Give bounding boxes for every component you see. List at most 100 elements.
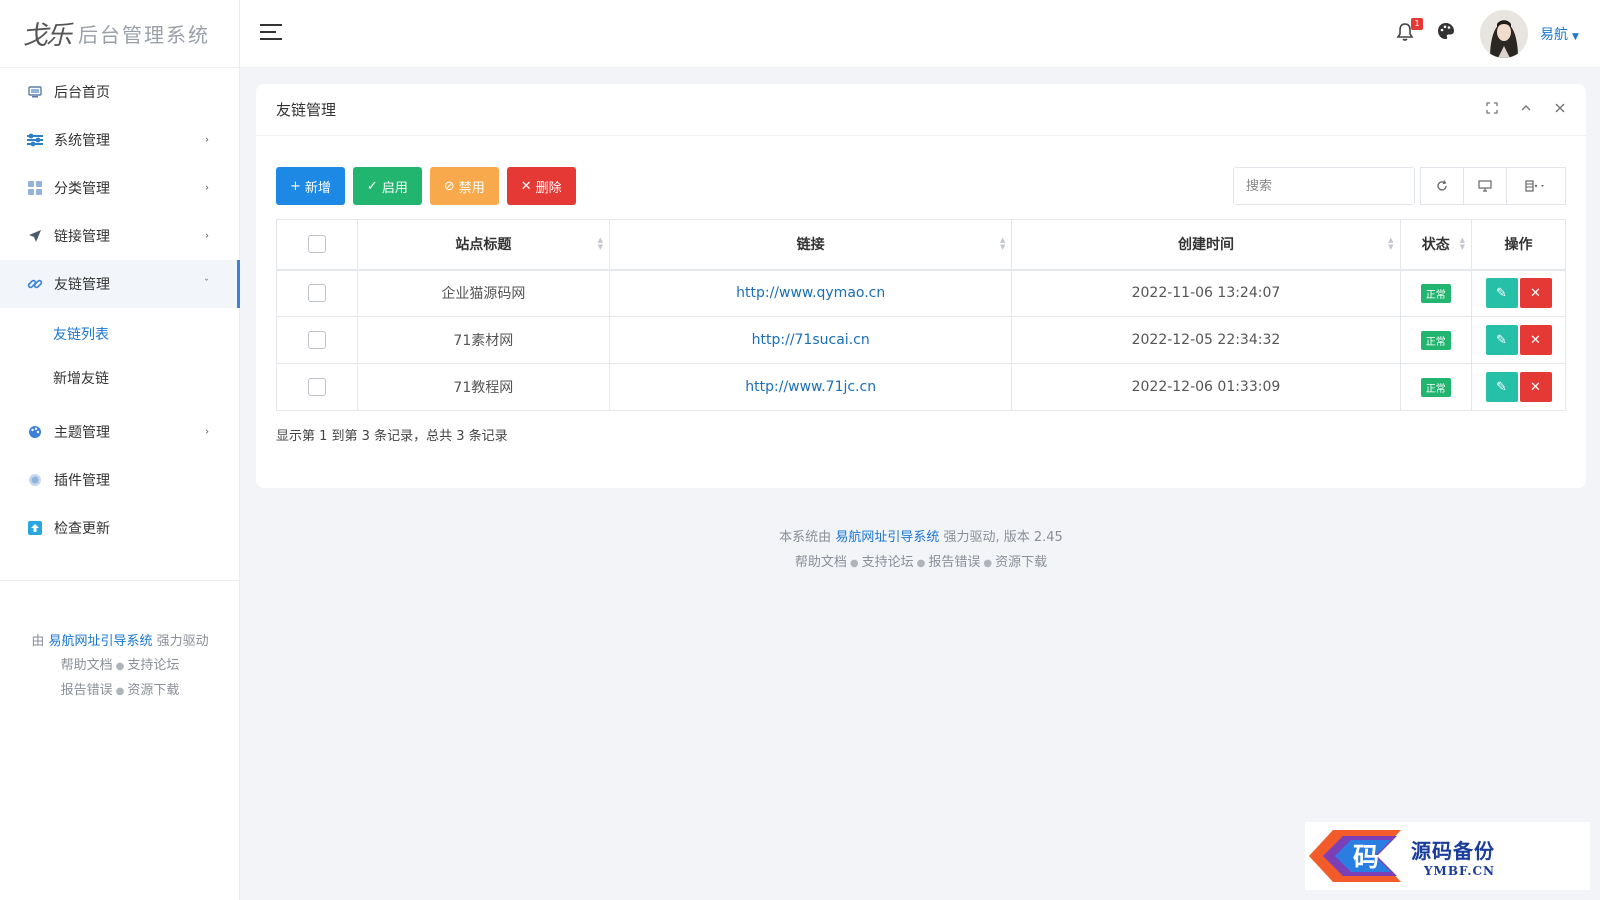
sidebar-item-label: 插件管理 — [54, 473, 110, 489]
submenu-item-link-list[interactable]: 友链列表 — [0, 312, 239, 356]
row-checkbox[interactable] — [307, 331, 326, 349]
plugin-icon — [26, 471, 44, 489]
sort-icon: ▲ ▼ — [1388, 236, 1394, 252]
sidebar-item-home[interactable]: 后台首页 — [0, 68, 239, 116]
row-delete-button[interactable]: ✕ — [1519, 278, 1552, 309]
bell-icon[interactable]: 1 — [1396, 18, 1423, 46]
row-delete-button[interactable]: ✕ — [1519, 325, 1552, 355]
select-all-checkbox[interactable] — [307, 235, 326, 254]
cell-created: 2022-12-06 01:33:09 — [1011, 363, 1401, 411]
enable-button[interactable]: ✓ 启用 — [352, 167, 422, 205]
site-link[interactable]: http://www.qymao.cn — [736, 285, 885, 301]
sidebar-item-plugins[interactable]: 插件管理 — [0, 456, 239, 504]
sidebar-item-label: 友链管理 — [54, 277, 110, 293]
cell-link: http://71sucai.cn — [608, 316, 1013, 364]
col-link[interactable]: 链接 ▲ ▼ — [608, 219, 1013, 271]
cell-created: 2022-12-05 22:34:32 — [1011, 316, 1401, 364]
sidebar-item-links[interactable]: 链接管理 › — [0, 212, 239, 260]
delete-button-label: 删除 — [535, 180, 562, 196]
resource-download-link[interactable]: 资源下载 — [127, 683, 179, 698]
footer-suffix: 强力驱动, 版本 2.45 — [943, 530, 1063, 545]
sidebar-footer-suffix: 强力驱动 — [156, 634, 209, 649]
sidebar-footer: 由 易航网址引导系统 强力驱动 帮助文档 ● 支持论坛 报告错误 ● 资源下载 — [0, 630, 240, 704]
palette-icon — [26, 423, 44, 441]
sort-icon: ▲ ▼ — [1000, 236, 1006, 252]
toggle-view-icon[interactable] — [1463, 167, 1507, 205]
pager-info: 显示第 1 到第 3 条记录，总共 3 条记录 — [276, 429, 508, 444]
sidebar-item-friendlinks[interactable]: 友链管理 ˇ — [0, 260, 240, 308]
report-error-link[interactable]: 报告错误 — [928, 555, 980, 570]
sidebar-item-theme[interactable]: 主题管理 › — [0, 408, 239, 456]
col-created[interactable]: 创建时间 ▲ ▼ — [1011, 219, 1401, 271]
footer-brand-link[interactable]: 易航网址引导系统 — [835, 530, 939, 545]
row-checkbox[interactable] — [307, 378, 326, 396]
menu-toggle-icon[interactable] — [260, 24, 282, 42]
user-menu[interactable]: 易航 ▼ — [1540, 24, 1579, 44]
sidebar-item-category[interactable]: 分类管理 › — [0, 164, 239, 212]
refresh-icon[interactable] — [1420, 167, 1464, 205]
username: 易航 — [1540, 27, 1568, 43]
ban-icon: ⊘ — [443, 178, 455, 194]
col-created-label: 创建时间 — [1177, 237, 1234, 254]
disable-button-label: 禁用 — [458, 180, 485, 196]
cell-actions: ✎ ✕ — [1471, 316, 1566, 364]
chevron-right-icon: › — [205, 134, 209, 146]
disable-button[interactable]: ⊘ 禁用 — [429, 167, 499, 205]
sidebar-footer-brand-link[interactable]: 易航网址引导系统 — [48, 634, 152, 649]
submenu-item-add-link[interactable]: 新增友链 — [0, 356, 239, 400]
footer-prefix: 本系统由 — [779, 530, 832, 545]
cell-actions: ✎ ✕ — [1471, 363, 1566, 411]
separator-dot: ● — [115, 686, 125, 697]
sidebar-item-system[interactable]: 系统管理 › — [0, 116, 239, 164]
search-input[interactable] — [1233, 167, 1415, 205]
edit-button[interactable]: ✎ — [1485, 325, 1518, 355]
report-error-link[interactable]: 报告错误 — [61, 683, 113, 698]
sidebar-item-label: 分类管理 — [54, 181, 110, 197]
site-link[interactable]: http://71sucai.cn — [752, 332, 870, 348]
pencil-icon: ✎ — [1496, 285, 1507, 301]
support-forum-link[interactable]: 支持论坛 — [862, 555, 914, 570]
collapse-icon[interactable] — [1518, 100, 1534, 116]
row-select-cell — [276, 363, 358, 411]
grid-icon — [26, 179, 44, 197]
columns-icon[interactable] — [1506, 167, 1566, 205]
x-icon: ✕ — [1530, 285, 1541, 301]
table-row: 71教程网 http://www.71jc.cn 2022-12-06 01:3… — [276, 363, 1566, 411]
row-delete-button[interactable]: ✕ — [1519, 372, 1552, 402]
x-icon: ✕ — [520, 178, 532, 194]
card-title: 友链管理 — [276, 101, 337, 119]
help-docs-link[interactable]: 帮助文档 — [61, 658, 113, 673]
avatar[interactable] — [1480, 10, 1528, 58]
col-link-label: 链接 — [796, 237, 825, 254]
row-checkbox[interactable] — [307, 284, 326, 303]
delete-button[interactable]: ✕ 删除 — [506, 167, 576, 205]
close-icon[interactable] — [1552, 100, 1568, 116]
col-title[interactable]: 站点标题 ▲ ▼ — [356, 219, 610, 271]
chevron-right-icon: › — [205, 230, 209, 242]
table-tools — [1420, 167, 1566, 205]
fullscreen-icon[interactable] — [1484, 100, 1500, 116]
sidebar-item-label: 检查更新 — [54, 521, 110, 537]
add-button[interactable]: + 新增 — [276, 167, 345, 205]
col-actions: 操作 — [1471, 219, 1566, 271]
col-status[interactable]: 状态 ▲ ▼ — [1399, 219, 1473, 271]
sidebar-divider — [0, 580, 240, 581]
support-forum-link[interactable]: 支持论坛 — [127, 658, 179, 673]
edit-button[interactable]: ✎ — [1485, 278, 1518, 309]
watermark-logo-icon: 码 — [1309, 830, 1401, 882]
table-header-row: 站点标题 ▲ ▼ 链接 ▲ ▼ 创建时间 ▲ ▼ 状态 ▲ ▼ 操作 — [276, 219, 1566, 271]
cell-created: 2022-11-06 13:24:07 — [1011, 269, 1401, 317]
chevron-down-icon: ˇ — [204, 278, 209, 290]
edit-button[interactable]: ✎ — [1485, 372, 1518, 402]
check-icon: ✓ — [366, 178, 378, 194]
help-docs-link[interactable]: 帮助文档 — [795, 555, 847, 570]
sidebar-item-update[interactable]: 检查更新 — [0, 504, 239, 552]
status-badge: 正常 — [1420, 283, 1451, 303]
friendlink-table: 站点标题 ▲ ▼ 链接 ▲ ▼ 创建时间 ▲ ▼ 状态 ▲ ▼ 操作 企业猫源码网 http:/… — [276, 219, 1566, 411]
palette-icon[interactable] — [1437, 22, 1459, 44]
site-link[interactable]: http://www.71jc.cn — [745, 379, 876, 395]
cell-title: 71素材网 — [356, 316, 610, 364]
notification-badge: 1 — [1411, 18, 1423, 30]
resource-download-link[interactable]: 资源下载 — [995, 555, 1047, 570]
logo[interactable]: 戈乐 后台管理系统 — [0, 0, 239, 68]
